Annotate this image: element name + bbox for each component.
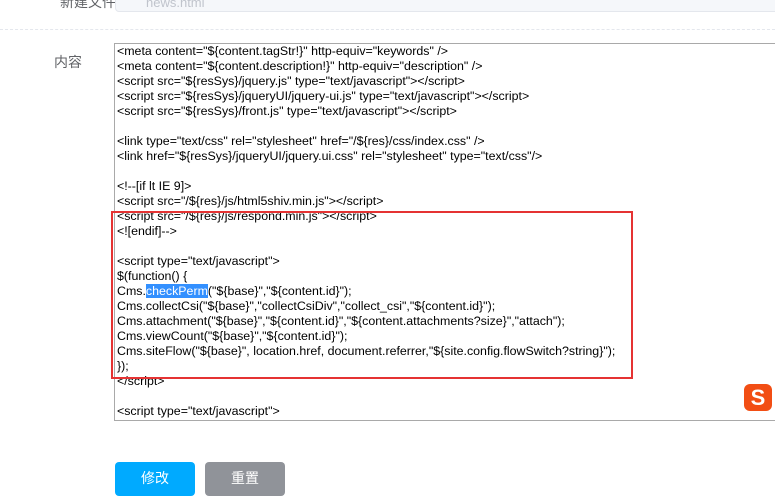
save-button[interactable]: 修改	[115, 462, 195, 496]
code-line: <script src="${resSys}/front.js" type="t…	[117, 104, 457, 118]
content-label: 内容	[54, 54, 82, 70]
code-line: <script type="text/javascript">	[117, 404, 280, 418]
filename-input[interactable]: news.html	[115, 0, 775, 12]
code-line-selected: Cms.checkPerm("${base}","${content.id}")…	[117, 284, 615, 299]
divider	[0, 29, 775, 30]
filename-label: 新建文件	[60, 0, 116, 10]
code-line: <script src="/${res}/js/respond.min.js">…	[117, 209, 377, 223]
code-line: <meta content="${content.tagStr!}" http-…	[117, 44, 449, 58]
code-line: });	[117, 359, 129, 373]
code-line: Cms.attachment("${base}","${content.id}"…	[117, 314, 565, 328]
code-line: <script src="${resSys}/jquery.js" type="…	[117, 74, 465, 88]
code-line: Cms.siteFlow("${base}", location.href, d…	[117, 344, 616, 358]
code-line: <script src="/${res}/js/html5shiv.min.js…	[117, 194, 384, 208]
code-line: Cms.viewCount("${base}","${content.id}")…	[117, 329, 348, 343]
code-line: <script src="${resSys}/jqueryUI/jquery-u…	[117, 89, 530, 103]
code-text: Cms.	[117, 284, 146, 298]
code-line: <meta content="${content.description!}" …	[117, 59, 483, 73]
code-line: <link type="text/css" rel="stylesheet" h…	[117, 134, 485, 148]
code-line: <!--[if lt IE 9]>	[117, 179, 192, 193]
code-line: $(function() {	[117, 269, 188, 283]
code-line: <link href="${resSys}/jqueryUI/jquery.ui…	[117, 149, 543, 163]
reset-button[interactable]: 重置	[205, 462, 285, 496]
code-line: <![endif]-->	[117, 224, 177, 238]
sogou-ime-icon[interactable]: S	[744, 384, 772, 411]
code-content: <meta content="${content.tagStr!}" http-…	[117, 44, 615, 419]
selected-text: checkPerm	[145, 284, 208, 298]
code-line: Cms.collectCsi("${base}","collectCsiDiv"…	[117, 299, 496, 313]
code-line: <script type="text/javascript">	[117, 254, 280, 268]
content-textarea[interactable]: <meta content="${content.tagStr!}" http-…	[114, 43, 775, 421]
code-text: ("${base}","${content.id}");	[207, 284, 352, 298]
code-line: </script>	[117, 374, 165, 388]
